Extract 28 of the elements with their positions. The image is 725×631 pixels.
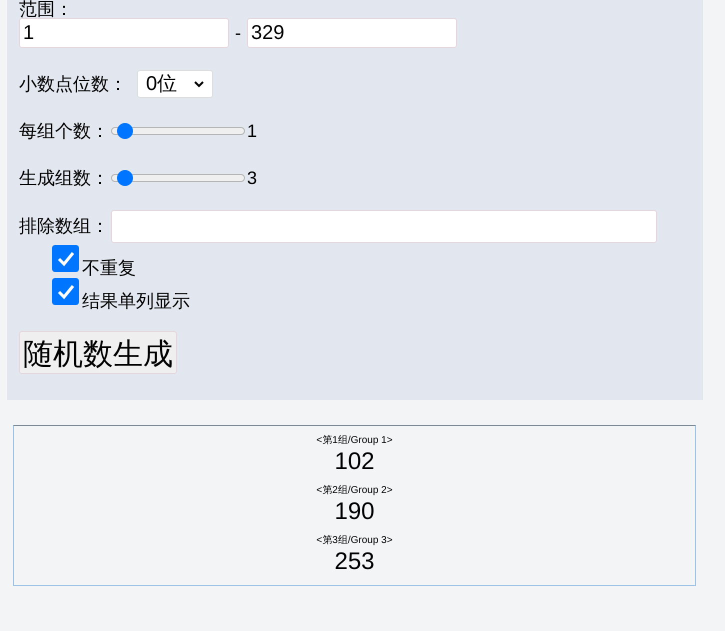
check-icon <box>56 284 74 300</box>
chevron-down-icon <box>194 80 204 88</box>
generate-button[interactable]: 随机数生成 <box>19 331 177 374</box>
range-from-field[interactable]: 1 <box>19 18 229 48</box>
group-label: <第3组/Group 3> <box>316 535 393 547</box>
decimals-select[interactable]: 0位 <box>137 70 213 98</box>
checkbox[interactable] <box>52 245 79 272</box>
range-label: 范围： <box>19 0 73 18</box>
range-to-field[interactable]: 329 <box>247 18 457 48</box>
slider-thumb[interactable] <box>116 170 133 186</box>
range-separator: - <box>235 22 241 44</box>
group-value: 253 <box>334 547 375 576</box>
checkbox-label: 不重复 <box>82 258 136 278</box>
slider-label: 生成组数： <box>19 166 109 190</box>
checkbox-label: 结果单列显示 <box>82 291 190 311</box>
slider-value: 1 <box>247 120 258 142</box>
group-value: 102 <box>334 447 375 476</box>
checkbox[interactable] <box>52 278 79 305</box>
check-icon <box>56 250 74 266</box>
group-value: 190 <box>334 497 375 526</box>
decimals-label: 小数点位数： <box>19 72 127 96</box>
slider-value: 3 <box>247 166 258 190</box>
slider-label: 每组个数： <box>19 120 109 142</box>
slider-thumb[interactable] <box>116 123 133 139</box>
group-label: <第2组/Group 2> <box>316 485 393 497</box>
exclude-field[interactable] <box>111 210 657 242</box>
exclude-label: 排除数组： <box>19 214 109 238</box>
group-label: <第1组/Group 1> <box>316 435 393 447</box>
